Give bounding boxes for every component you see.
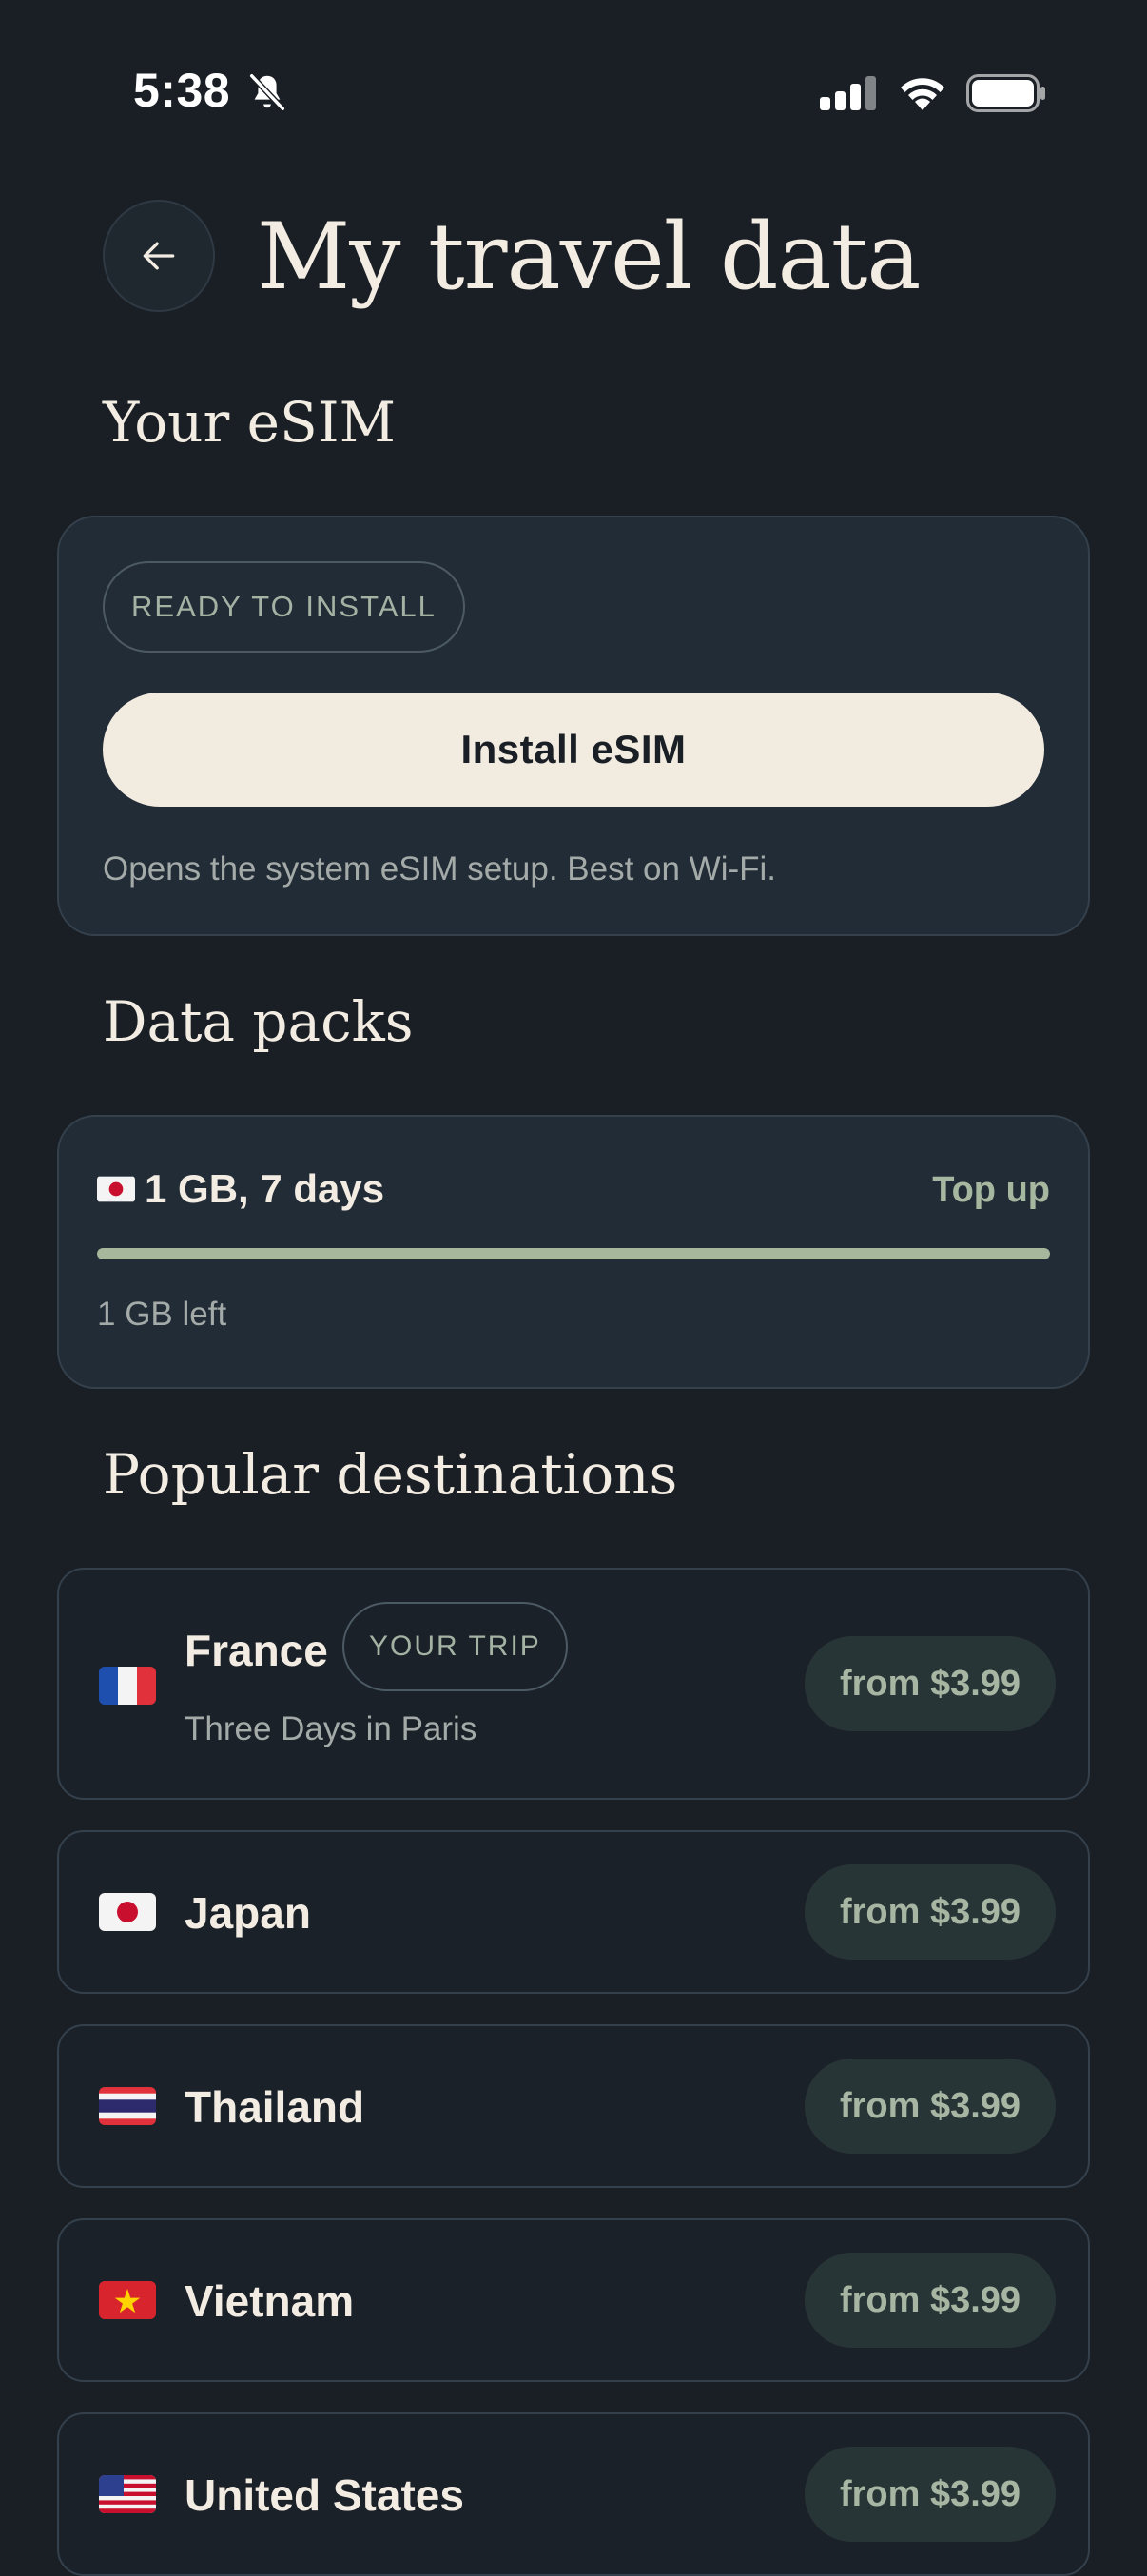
destination-item-vietnam[interactable]: Vietnam from $3.99 [57,2218,1090,2382]
destination-name: Thailand [185,2082,365,2132]
data-remaining: 1 GB left [97,1296,227,1333]
page-title: My travel data [257,204,922,310]
thailand-flag-icon [99,2087,156,2125]
status-badge: READY TO INSTALL [103,561,465,653]
data-pack-name: 1 GB, 7 days [145,1166,385,1211]
destination-name: Vietnam [185,2276,355,2326]
destination-item-thailand[interactable]: Thailand from $3.99 [57,2024,1090,2188]
destination-name: France [185,1626,328,1675]
france-flag-icon [99,1667,156,1705]
data-packs-section-title: Data packs [103,989,414,1054]
price-badge: from $3.99 [805,2447,1056,2542]
japan-flag-icon [97,1176,135,1202]
back-button[interactable] [103,200,215,312]
destination-name: United States [185,2470,464,2520]
price-badge: from $3.99 [805,2059,1056,2154]
vietnam-flag-icon [99,2281,156,2319]
price-badge: from $3.99 [805,1636,1056,1731]
data-progress-bar [97,1248,1050,1259]
status-time: 5:38 [133,64,231,117]
destination-item-japan[interactable]: Japan from $3.99 [57,1830,1090,1994]
wifi-icon [901,78,944,110]
destination-item-france[interactable]: France YOUR TRIP Three Days in Paris fro… [57,1568,1090,1800]
destination-subtitle: Three Days in Paris [185,1710,477,1747]
japan-flag-icon [99,1893,156,1931]
install-hint: Opens the system eSIM setup. Best on Wi-… [103,850,777,888]
destinations-section-title: Popular destinations [103,1442,678,1507]
data-pack-label: 1 GB, 7 days [97,1166,384,1212]
usa-flag-icon [99,2475,156,2513]
your-trip-badge: YOUR TRIP [342,1602,568,1691]
battery-icon [966,74,1045,112]
data-progress-fill [97,1248,1050,1259]
price-badge: from $3.99 [805,2253,1056,2348]
destination-item-united-states[interactable]: United States from $3.99 [57,2412,1090,2576]
top-up-button[interactable]: Top up [904,1170,1050,1211]
bell-muted-icon [248,72,286,112]
esim-section-title: Your eSIM [103,390,397,455]
destination-name: Japan [185,1888,311,1938]
price-badge: from $3.99 [805,1864,1056,1960]
install-esim-button[interactable]: Install eSIM [103,693,1044,807]
arrow-left-icon [143,242,175,270]
cellular-signal-icon [820,76,876,110]
